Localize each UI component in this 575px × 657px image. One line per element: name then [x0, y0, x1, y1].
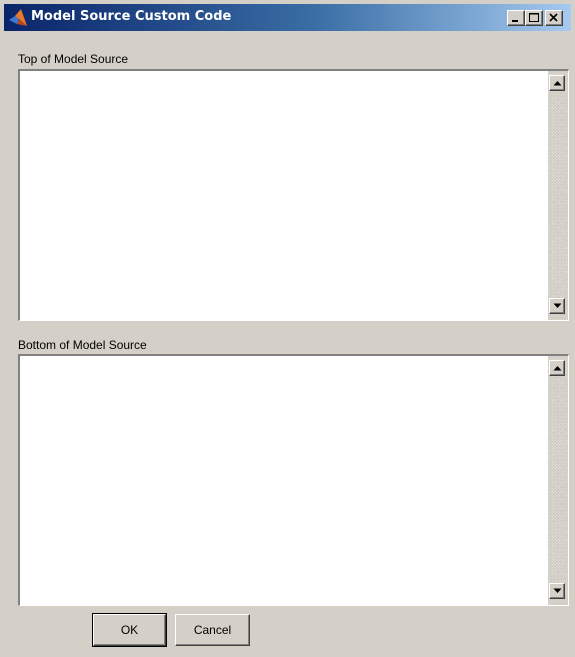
minimize-icon	[512, 20, 518, 22]
minimize-button[interactable]	[507, 10, 525, 26]
bottom-scrollbar[interactable]	[548, 356, 568, 605]
bottom-source-label: Bottom of Model Source	[18, 338, 147, 352]
scroll-up-button[interactable]	[549, 360, 565, 376]
close-button[interactable]	[545, 10, 563, 26]
maximize-button[interactable]	[525, 10, 543, 26]
top-source-textarea[interactable]	[18, 69, 569, 321]
scroll-down-button[interactable]	[549, 583, 565, 599]
arrow-down-icon	[553, 303, 562, 308]
matlab-icon	[9, 9, 27, 26]
window-title: Model Source Custom Code	[31, 9, 232, 24]
maximize-icon	[529, 13, 539, 22]
bottom-source-textarea[interactable]	[18, 354, 569, 606]
top-source-label: Top of Model Source	[18, 52, 129, 66]
arrow-down-icon	[553, 588, 562, 593]
ok-button[interactable]: OK	[92, 613, 167, 647]
arrow-up-icon	[553, 81, 562, 86]
dialog-window: Model Source Custom Code Top of Model So…	[0, 0, 575, 657]
scroll-down-button[interactable]	[549, 298, 565, 314]
arrow-up-icon	[553, 366, 562, 371]
close-icon	[549, 13, 558, 22]
title-bar[interactable]: Model Source Custom Code	[4, 4, 571, 31]
top-scrollbar[interactable]	[548, 71, 568, 320]
scroll-up-button[interactable]	[549, 75, 565, 91]
cancel-button[interactable]: Cancel	[175, 614, 250, 646]
